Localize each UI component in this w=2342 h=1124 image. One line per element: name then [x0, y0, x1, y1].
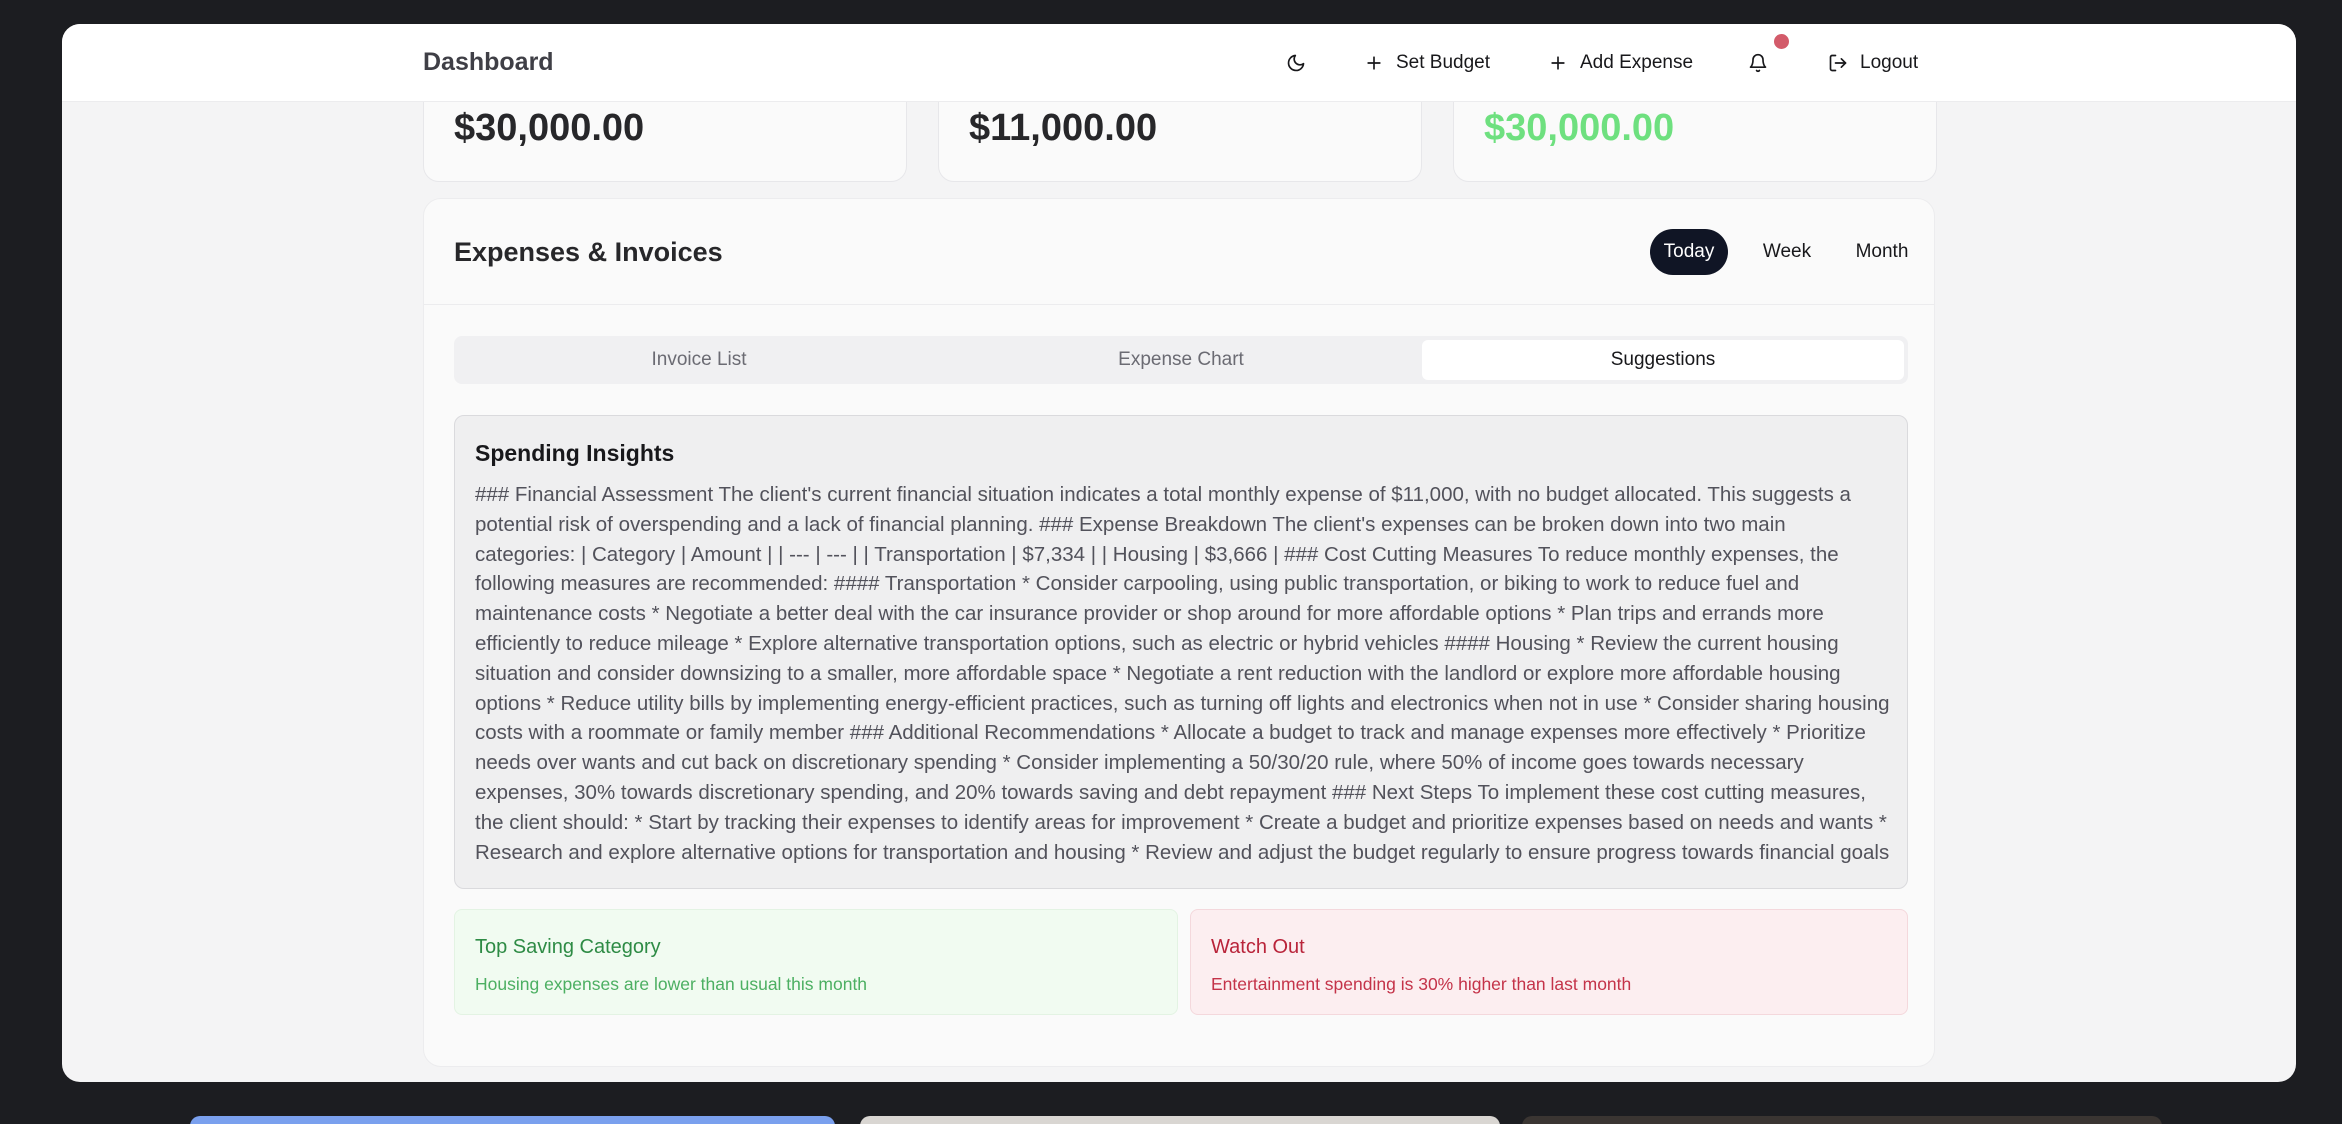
thumbnail-preview	[860, 1116, 1500, 1124]
app-window: $30,000.00 $11,000.00 $30,000.00 Dashboa…	[62, 24, 2296, 1082]
divider	[424, 304, 1934, 305]
stat-value: $30,000.00	[454, 107, 645, 149]
insights-title: Spending Insights	[475, 440, 675, 466]
notifications-button[interactable]	[1748, 46, 1768, 80]
stat-value: $30,000.00	[1484, 107, 1675, 149]
stat-value: $11,000.00	[969, 107, 1158, 149]
set-budget-button[interactable]: Set Budget	[1364, 46, 1490, 80]
thumbnail-preview	[1522, 1116, 2162, 1124]
plus-icon	[1367, 56, 1381, 70]
add-expense-button[interactable]: Add Expense	[1548, 46, 1693, 80]
moon-icon	[1287, 54, 1305, 72]
page-title: Dashboard	[423, 48, 554, 76]
range-today-button[interactable]: Today	[1650, 229, 1728, 275]
top-header: Dashboard Set Budget Add Expense Logout	[62, 24, 2296, 102]
tab-expense-chart[interactable]: Expense Chart	[940, 340, 1422, 380]
expenses-invoices-panel: Expenses & Invoices Today Week Month Inv…	[423, 198, 1935, 1067]
range-month-button[interactable]: Month	[1840, 229, 1924, 275]
plus-icon	[1551, 56, 1565, 70]
bell-icon	[1749, 53, 1767, 73]
tip-title: Watch Out	[1211, 936, 1305, 958]
tip-text: Entertainment spending is 30% higher tha…	[1211, 974, 1632, 994]
tab-invoice-list[interactable]: Invoice List	[458, 340, 940, 380]
watch-out-card: Watch Out Entertainment spending is 30% …	[1190, 909, 1908, 1015]
spending-insights-card: Spending Insights ### Financial Assessme…	[454, 415, 1908, 889]
set-budget-label: Set Budget	[1396, 52, 1491, 73]
tip-title: Top Saving Category	[475, 936, 661, 958]
range-week-button[interactable]: Week	[1752, 229, 1822, 275]
add-expense-label: Add Expense	[1580, 52, 1694, 73]
thumbnail-preview	[190, 1116, 835, 1124]
logout-label: Logout	[1860, 52, 1919, 73]
theme-toggle-button[interactable]	[1286, 46, 1306, 80]
tip-text: Housing expenses are lower than usual th…	[475, 974, 868, 994]
top-saving-category-card: Top Saving Category Housing expenses are…	[454, 909, 1178, 1015]
insights-body: ### Financial Assessment The client's cu…	[475, 483, 1890, 864]
logout-icon	[1829, 54, 1847, 72]
panel-title: Expenses & Invoices	[454, 237, 723, 267]
tab-suggestions[interactable]: Suggestions	[1422, 340, 1904, 380]
notification-badge	[1774, 34, 1789, 49]
logout-button[interactable]: Logout	[1828, 46, 1918, 80]
view-tabs: Invoice List Expense Chart Suggestions	[454, 336, 1908, 384]
